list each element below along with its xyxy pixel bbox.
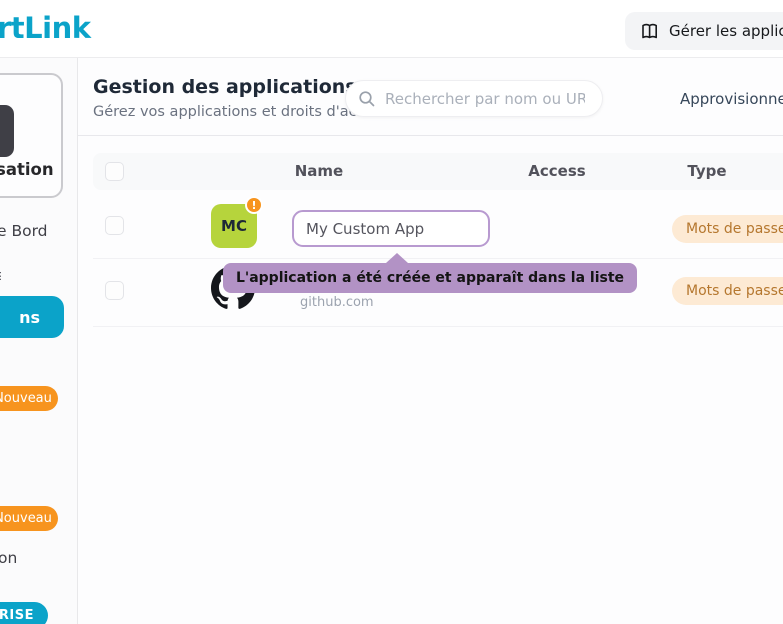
manage-apps-label: Gérer les applications	[669, 22, 783, 40]
sidebar-item-configuration[interactable]: on	[0, 549, 17, 567]
search-icon	[358, 90, 376, 108]
avatar-initials: MC	[221, 217, 247, 235]
sidebar: sation e Bord s ns Nouveau Nouveau on PR…	[0, 58, 78, 624]
organization-icon	[0, 105, 14, 157]
type-badge: Mots de passe	[672, 215, 783, 243]
new-badge: Nouveau	[0, 386, 58, 411]
column-header-access: Access	[517, 162, 597, 180]
sidebar-item-users[interactable]: s	[0, 268, 1, 284]
header-divider	[78, 135, 783, 136]
column-header-name: Name	[279, 162, 359, 180]
search-input[interactable]	[385, 90, 585, 108]
table-row: MC ! Mots de passe	[93, 191, 783, 259]
success-tooltip: L'application a été créée et apparaît da…	[223, 263, 637, 293]
page-title: Gestion des applications	[93, 76, 357, 98]
main-content: Gestion des applications Gérez vos appli…	[78, 58, 783, 624]
manage-apps-button[interactable]: Gérer les applications	[625, 12, 783, 50]
type-badge: Mots de passe	[672, 277, 783, 305]
column-header-type: Type	[667, 162, 747, 180]
sidebar-item-dashboard[interactable]: e Bord	[0, 222, 48, 240]
app-avatar: MC !	[211, 204, 257, 248]
app-name-input[interactable]	[292, 210, 490, 247]
top-header: rtLink Gérer les applications	[0, 0, 783, 58]
alert-badge-icon: !	[245, 196, 263, 214]
table-header-row: Name Access Type	[93, 153, 783, 190]
app-window: rtLink Gérer les applications sation e B…	[0, 0, 783, 624]
sidebar-item-applications-active[interactable]: ns	[0, 296, 64, 338]
provisioning-link[interactable]: Approvisionnement	[680, 90, 783, 108]
tooltip-text: L'application a été créée et apparaît da…	[236, 270, 624, 286]
select-all-checkbox[interactable]	[105, 162, 124, 181]
tooltip-arrow-icon	[386, 253, 408, 263]
app-logo[interactable]: rtLink	[0, 11, 91, 45]
row-checkbox[interactable]	[105, 281, 124, 300]
new-badge: Nouveau	[0, 506, 58, 531]
app-url: github.com	[300, 295, 374, 310]
page-subtitle: Gérez vos applications et droits d'accès	[93, 104, 381, 120]
search-box	[345, 80, 603, 117]
row-checkbox[interactable]	[105, 216, 124, 235]
plan-badge: PRISE	[0, 602, 48, 624]
book-icon	[640, 21, 660, 41]
organization-label: sation	[0, 160, 54, 179]
